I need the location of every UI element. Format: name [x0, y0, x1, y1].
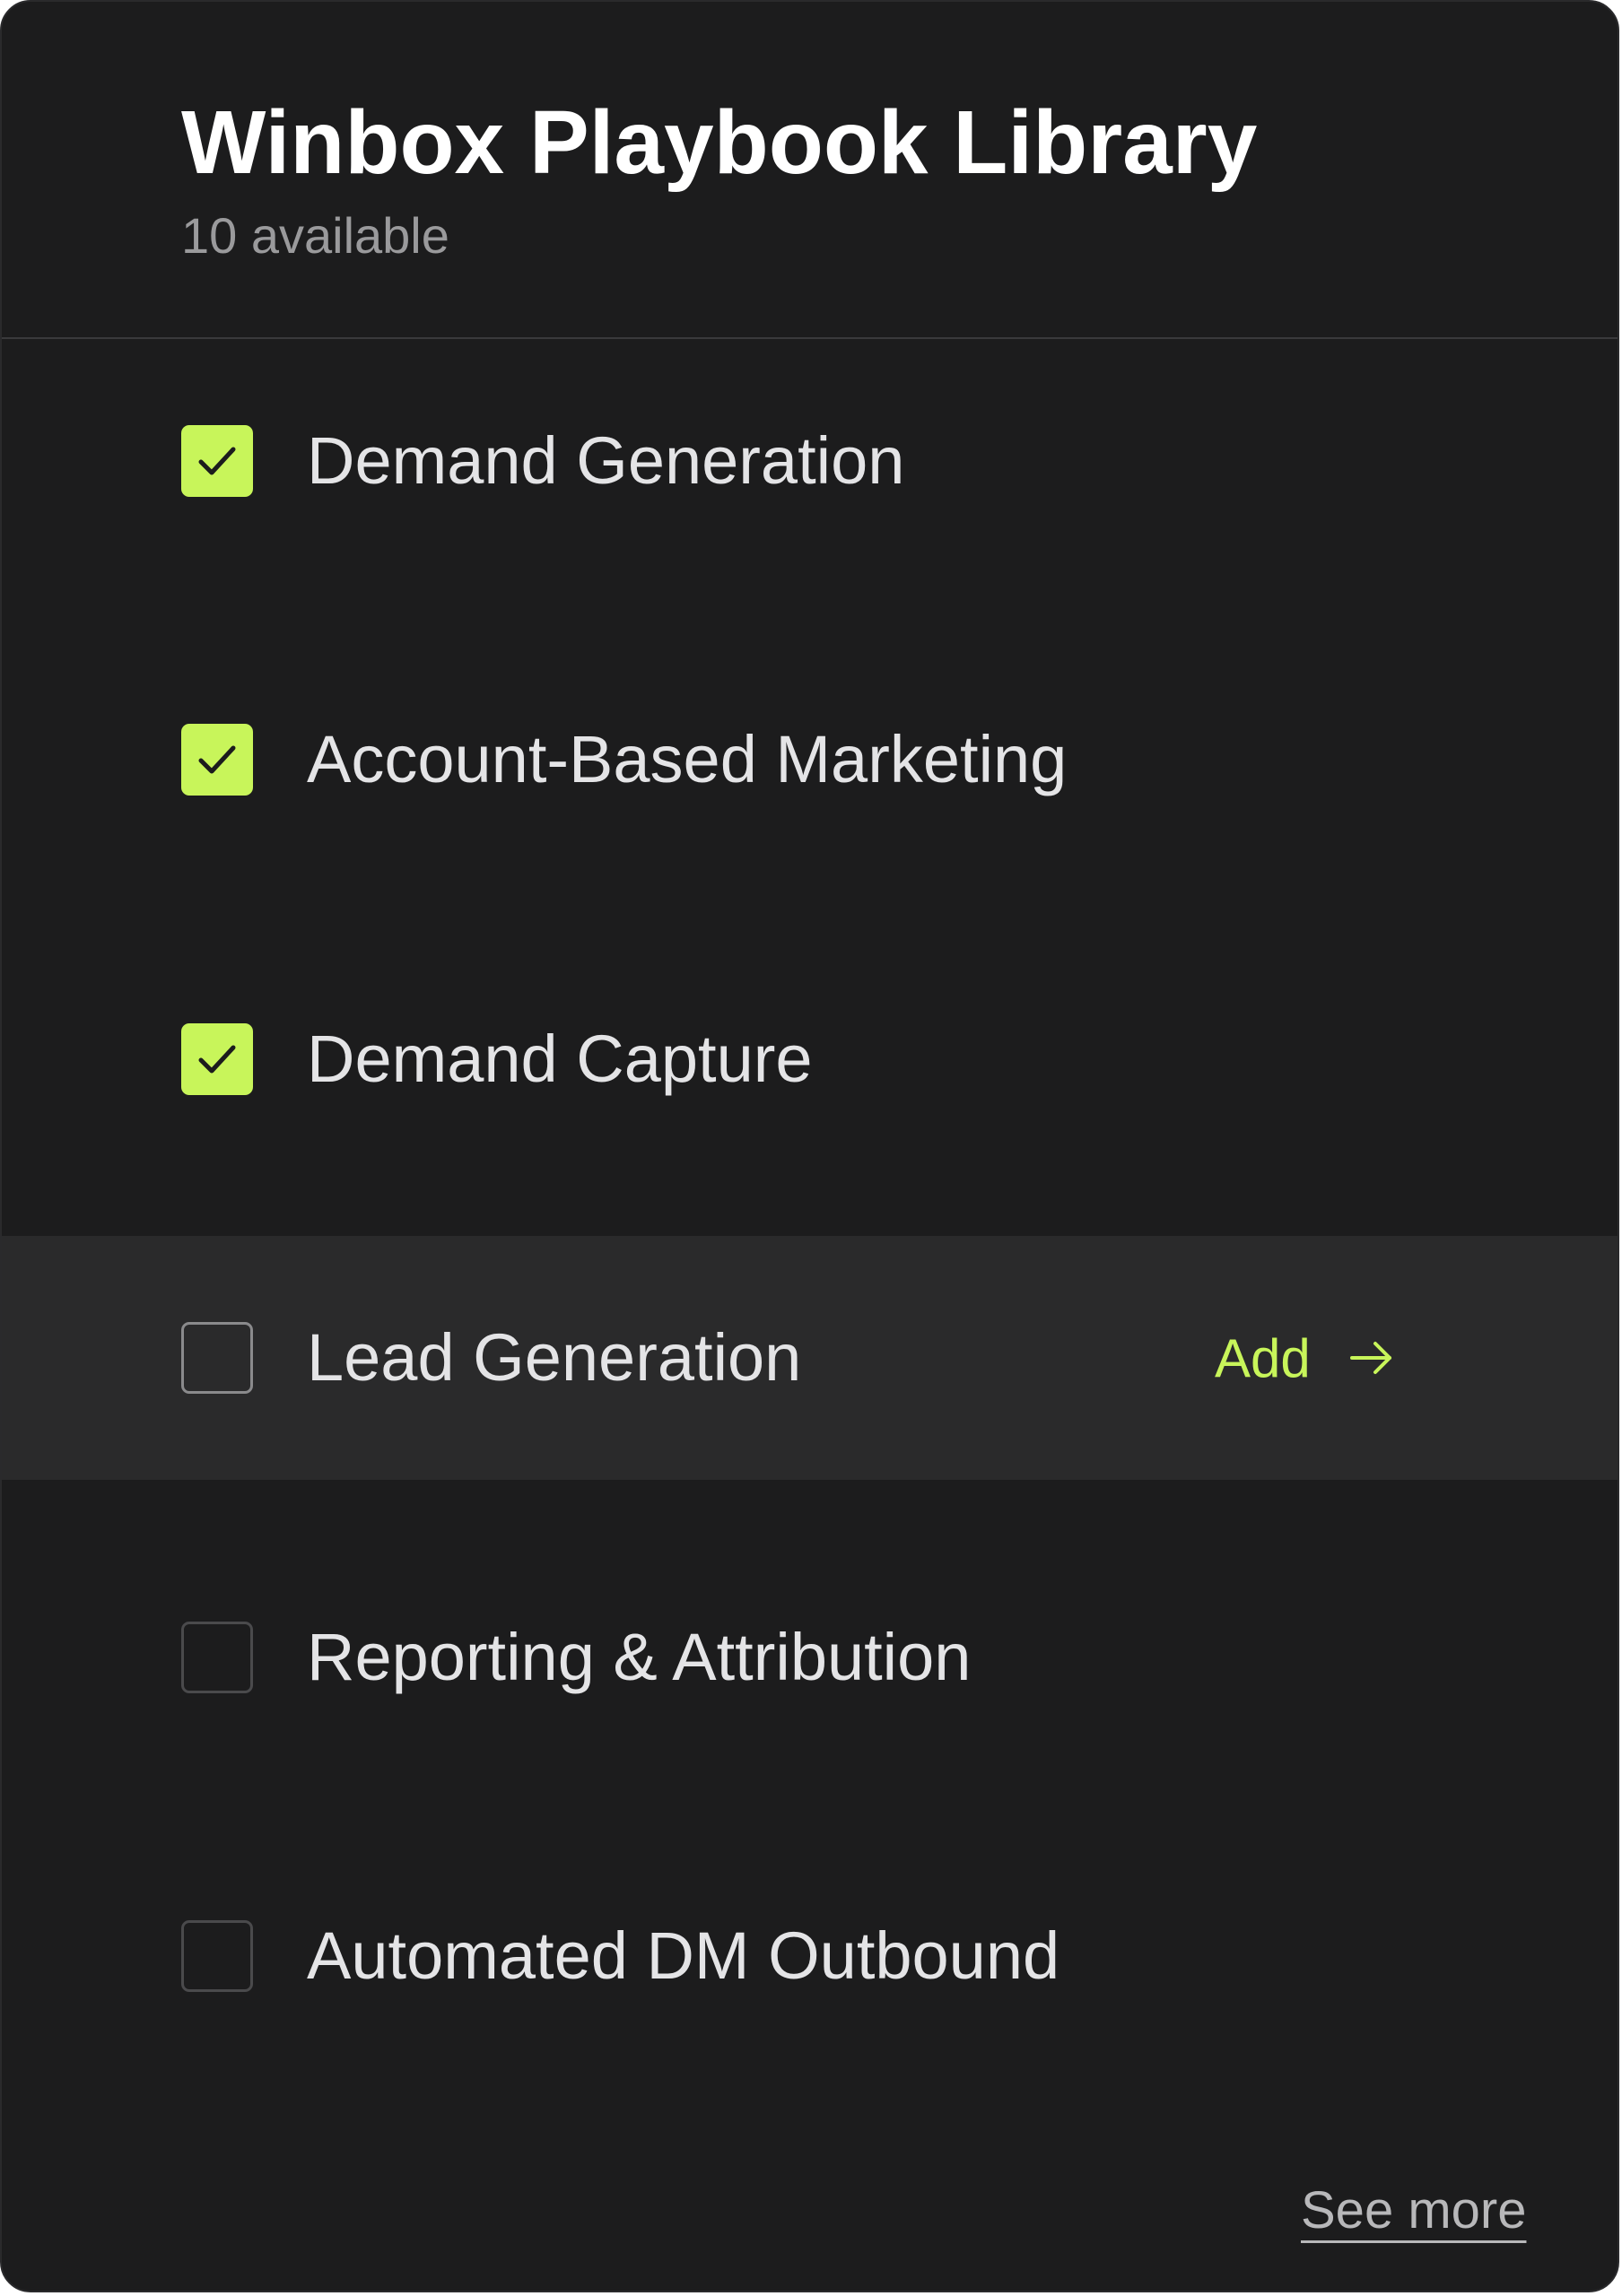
playbook-label: Account-Based Marketing: [307, 722, 1068, 796]
checkbox-automated-dm-outbound[interactable]: [181, 1920, 253, 1992]
playbook-label: Demand Generation: [307, 423, 905, 498]
playbook-row-account-based-marketing[interactable]: Account-Based Marketing: [2, 638, 1618, 882]
check-icon: [198, 447, 236, 475]
page-title: Winbox Playbook Library: [181, 92, 1258, 193]
arrow-right-icon: [1349, 1342, 1391, 1374]
checkbox-lead-generation[interactable]: [181, 1322, 253, 1394]
check-icon: [198, 745, 236, 774]
playbook-label: Demand Capture: [307, 1022, 813, 1096]
add-playbook-button[interactable]: Add: [1215, 1318, 1397, 1397]
checkbox-account-based-marketing[interactable]: [181, 724, 253, 796]
playbook-row-reporting-attribution[interactable]: Reporting & Attribution: [2, 1535, 1618, 1779]
available-count: 10 available: [181, 207, 449, 264]
playbook-label: Reporting & Attribution: [307, 1620, 972, 1694]
see-more-link[interactable]: See more: [1301, 2179, 1526, 2242]
checkbox-demand-generation[interactable]: [181, 425, 253, 497]
playbook-row-automated-dm-outbound[interactable]: Automated DM Outbound: [2, 1834, 1618, 2078]
playbook-library-card: Winbox Playbook Library 10 available Dem…: [0, 0, 1619, 2292]
playbook-label: Lead Generation: [307, 1320, 802, 1395]
playbook-row-lead-generation[interactable]: Lead Generation Add: [2, 1236, 1618, 1480]
playbook-row-demand-generation[interactable]: Demand Generation: [2, 339, 1618, 583]
checkbox-reporting-attribution[interactable]: [181, 1622, 253, 1693]
add-label: Add: [1215, 1327, 1311, 1388]
playbook-row-demand-capture[interactable]: Demand Capture: [2, 937, 1618, 1181]
checkbox-demand-capture[interactable]: [181, 1023, 253, 1095]
playbook-label: Automated DM Outbound: [307, 1918, 1060, 1993]
card-header: Winbox Playbook Library 10 available: [2, 2, 1618, 339]
check-icon: [198, 1045, 236, 1074]
